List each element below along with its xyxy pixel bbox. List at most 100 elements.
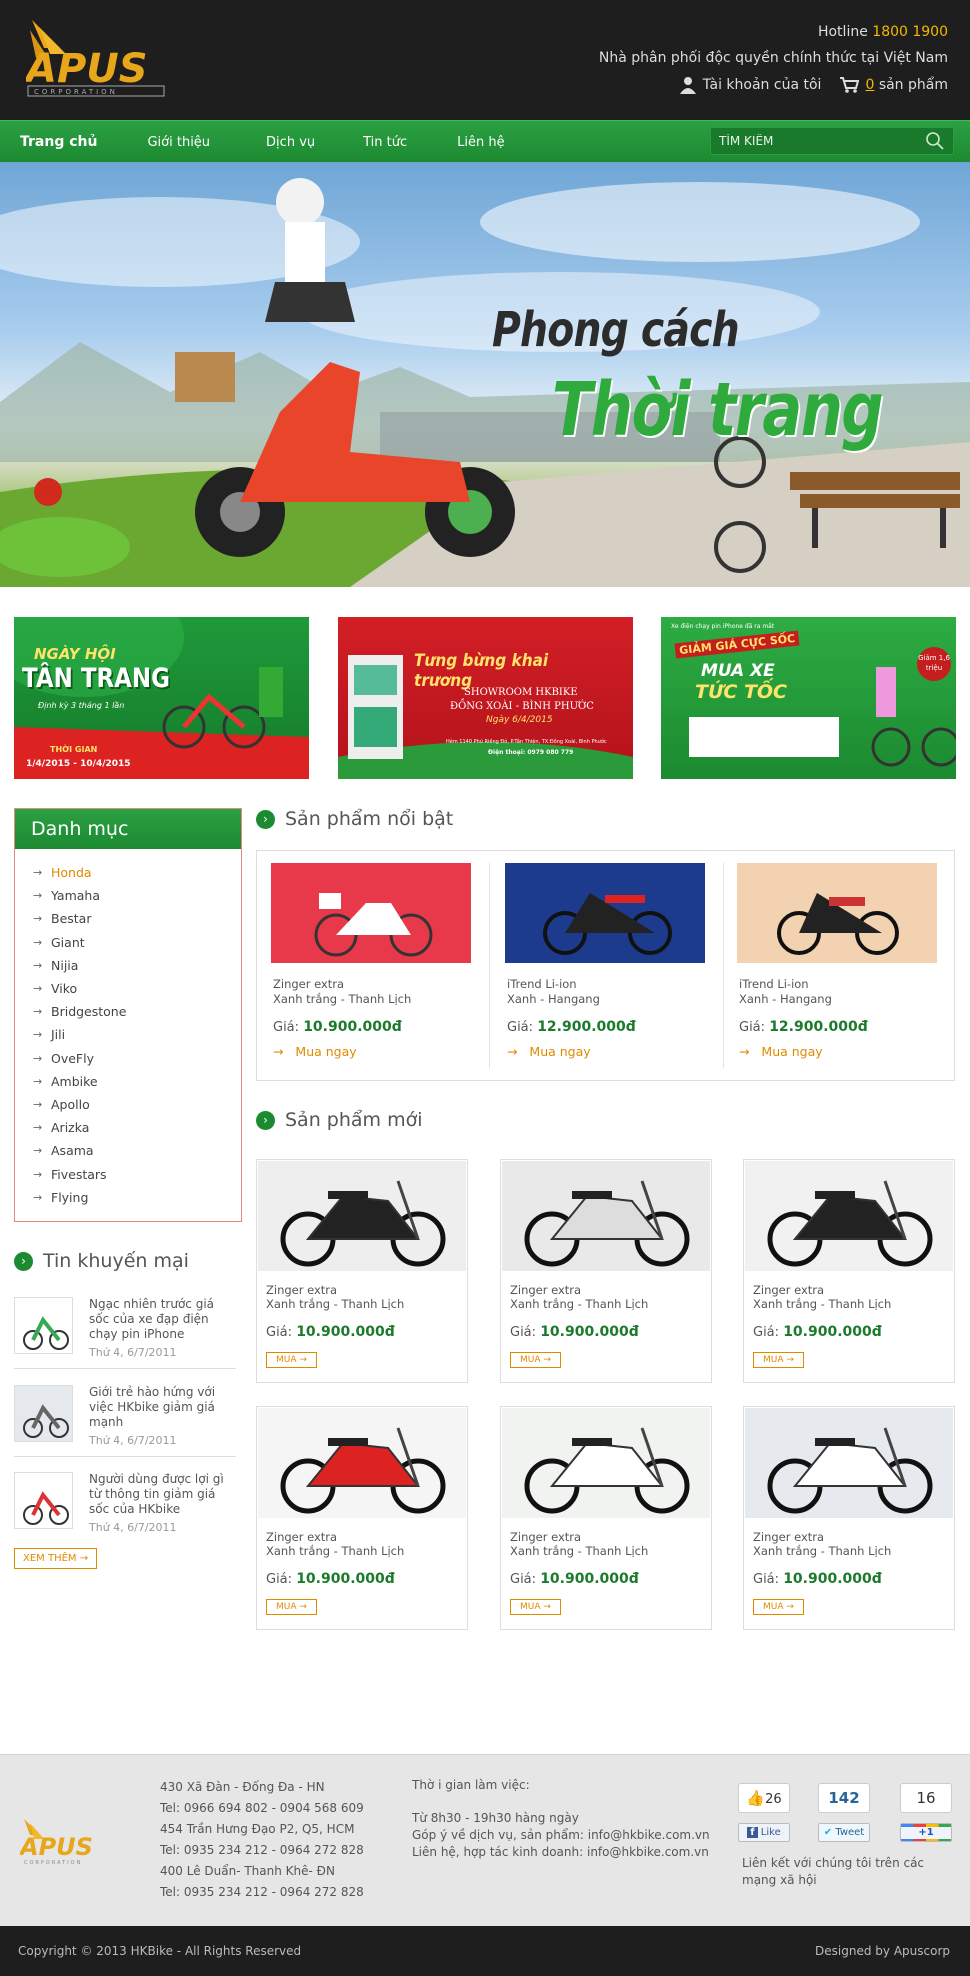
account-link[interactable]: Tài khoản của tôi: [679, 76, 821, 94]
news-item[interactable]: Người dùng được lợi gì từ thông tin giảm…: [14, 1472, 236, 1534]
arrow-right-icon: →: [33, 889, 43, 903]
designer-credit[interactable]: Designed by Apuscorp: [815, 1944, 950, 1958]
nav-services[interactable]: Dịch vụ: [230, 135, 335, 150]
buy-button[interactable]: MUA →: [753, 1352, 804, 1368]
featured-product-card[interactable]: iTrend Li-ion Xanh - Hangang Giá: 12.900.…: [491, 851, 723, 1080]
new-product-card[interactable]: Zinger extra Xanh trắng - Thanh Lịch Giá: …: [500, 1159, 712, 1383]
buy-button[interactable]: MUA →: [753, 1599, 804, 1615]
category-item[interactable]: → Yamaha: [33, 884, 241, 907]
buy-button[interactable]: MUA →: [510, 1599, 561, 1615]
promo-banner-2[interactable]: Tưng bừng khai trương SHOWROOM HKBIKE ĐỒ…: [338, 617, 633, 779]
copyright-bar: Copyright © 2013 HKBike - All Rights Res…: [0, 1926, 970, 1976]
see-more-button[interactable]: XEM THÊM →: [14, 1548, 98, 1569]
news-item[interactable]: Giới trẻ hào hứng với việc HKbike giảm g…: [14, 1385, 236, 1447]
arrow-right-icon: →: [33, 1144, 43, 1158]
arrow-right-icon: →: [33, 866, 43, 880]
arrow-right-icon: →: [33, 912, 43, 926]
arrow-right-icon: →: [33, 1005, 43, 1019]
category-item[interactable]: → Honda: [33, 861, 241, 884]
product-image[interactable]: [258, 1161, 466, 1271]
category-item[interactable]: → Bestar: [33, 907, 241, 930]
buy-button[interactable]: MUA →: [266, 1352, 317, 1368]
featured-product-card[interactable]: Zinger extra Xanh trắng - Thanh Lịch Giá:…: [257, 851, 489, 1080]
twitter-icon: ✔: [823, 1827, 833, 1838]
news-thumbnail[interactable]: [14, 1297, 73, 1354]
arrow-right-icon: →: [33, 1074, 43, 1088]
featured-heading: › Sản phẩm nổi bật: [256, 808, 453, 830]
thumbs-up-icon: 👍: [746, 1789, 766, 1807]
product-image[interactable]: [502, 1408, 710, 1518]
footer-addresses: 430 Xã Đàn - Đống Đa - HN Tel: 0966 694 8…: [160, 1780, 364, 1899]
category-item[interactable]: → Jili: [33, 1023, 241, 1046]
nav-news[interactable]: Tin tức: [335, 135, 427, 150]
cart-link[interactable]: 0 sản phẩm: [839, 76, 948, 94]
category-item[interactable]: → Arizka: [33, 1116, 241, 1139]
gplus-widget[interactable]: 16 +1: [900, 1783, 952, 1842]
category-item[interactable]: → Fivestars: [33, 1162, 241, 1185]
gplus-icon: +1: [901, 1827, 951, 1839]
cart-icon: [840, 77, 860, 93]
product-image[interactable]: [737, 863, 937, 963]
category-item[interactable]: → Nijia: [33, 954, 241, 977]
copyright-text: Copyright © 2013 HKBike - All Rights Res…: [18, 1944, 302, 1958]
buy-button[interactable]: MUA →: [510, 1352, 561, 1368]
facebook-icon: f: [747, 1827, 758, 1838]
arrow-right-icon: →: [33, 1028, 43, 1042]
news-thumbnail[interactable]: [14, 1472, 73, 1529]
news-item[interactable]: Ngạc nhiên trước giá sốc của xe đạp điện…: [14, 1297, 236, 1359]
category-item[interactable]: → Flying: [33, 1186, 241, 1209]
arrow-right-icon: →: [33, 982, 43, 996]
buy-now-link[interactable]: → Mua ngay: [273, 1044, 357, 1059]
new-product-card[interactable]: Zinger extra Xanh trắng - Thanh Lịch Giá: …: [256, 1406, 468, 1630]
new-product-card[interactable]: Zinger extra Xanh trắng - Thanh Lịch Giá: …: [743, 1159, 955, 1383]
category-item[interactable]: → Viko: [33, 977, 241, 1000]
buy-now-link[interactable]: → Mua ngay: [507, 1044, 591, 1059]
hotline-number: 1800 1900: [872, 24, 948, 40]
hotline: Hotline 1800 1900: [817, 24, 948, 40]
product-image[interactable]: [505, 863, 705, 963]
buy-now-link[interactable]: → Mua ngay: [739, 1044, 823, 1059]
arrow-right-icon: →: [33, 1097, 43, 1111]
product-image[interactable]: [502, 1161, 710, 1271]
chevron-right-icon: ›: [256, 1110, 275, 1130]
product-image[interactable]: [745, 1161, 953, 1271]
news-thumbnail[interactable]: [14, 1385, 73, 1442]
category-title: Danh mục: [15, 809, 241, 849]
product-image[interactable]: [271, 863, 471, 963]
product-image[interactable]: [258, 1408, 466, 1518]
apus-logo[interactable]: APUS CORPORATION: [23, 18, 176, 100]
promo-banner-1[interactable]: NGÀY HỘI TÂN TRANG Định kỳ 3 tháng 1 lần…: [14, 617, 309, 779]
product-image[interactable]: [745, 1408, 953, 1518]
arrow-right-icon: →: [33, 1190, 43, 1204]
nav-home[interactable]: Trang chủ: [0, 134, 117, 150]
featured-product-card[interactable]: iTrend Li-ion Xanh - Hangang Giá: 12.900.…: [723, 851, 955, 1080]
footer-logo[interactable]: APUS CORPORATION: [18, 1817, 114, 1871]
arrow-right-icon: →: [33, 935, 43, 949]
category-item[interactable]: → Apollo: [33, 1093, 241, 1116]
new-product-card[interactable]: Zinger extra Xanh trắng - Thanh Lịch Giá: …: [256, 1159, 468, 1383]
category-item[interactable]: → Asama: [33, 1139, 241, 1162]
search-icon[interactable]: [925, 131, 945, 151]
category-item[interactable]: → Giant: [33, 931, 241, 954]
category-item[interactable]: → Bridgestone: [33, 1000, 241, 1023]
promo-banner-3[interactable]: Xe điện chạy pin iPhone đã ra mắt GIẢM G…: [661, 617, 956, 779]
promo-news-heading: › Tin khuyến mại: [14, 1250, 189, 1272]
footer-hours: Thờ i gian làm việc: Từ 8h30 - 19h30 hàn…: [412, 1778, 710, 1859]
facebook-count: 👍26: [738, 1783, 790, 1813]
new-product-card[interactable]: Zinger extra Xanh trắng - Thanh Lịch Giá: …: [500, 1406, 712, 1630]
category-item[interactable]: → OveFly: [33, 1047, 241, 1070]
arrow-right-icon: →: [33, 1167, 43, 1181]
hero-banner[interactable]: Phong cách Thời trang: [0, 162, 970, 587]
social-text: Liên kết với chúng tôi trên các mạng xã …: [742, 1856, 925, 1887]
new-product-card[interactable]: Zinger extra Xanh trắng - Thanh Lịch Giá: …: [743, 1406, 955, 1630]
cart-count: 0: [865, 77, 875, 93]
buy-button[interactable]: MUA →: [266, 1599, 317, 1615]
category-item[interactable]: → Ambike: [33, 1070, 241, 1093]
tweet-widget[interactable]: 142 ✔ Tweet: [818, 1783, 870, 1842]
search-input[interactable]: [719, 134, 909, 148]
gplus-count: 16: [900, 1783, 952, 1813]
nav-about[interactable]: Giới thiệu: [117, 135, 230, 150]
nav-contact[interactable]: Liên hệ: [427, 135, 524, 150]
facebook-like-widget[interactable]: 👍26 f Like: [738, 1783, 790, 1842]
svg-text:CORPORATION: CORPORATION: [24, 1860, 82, 1866]
